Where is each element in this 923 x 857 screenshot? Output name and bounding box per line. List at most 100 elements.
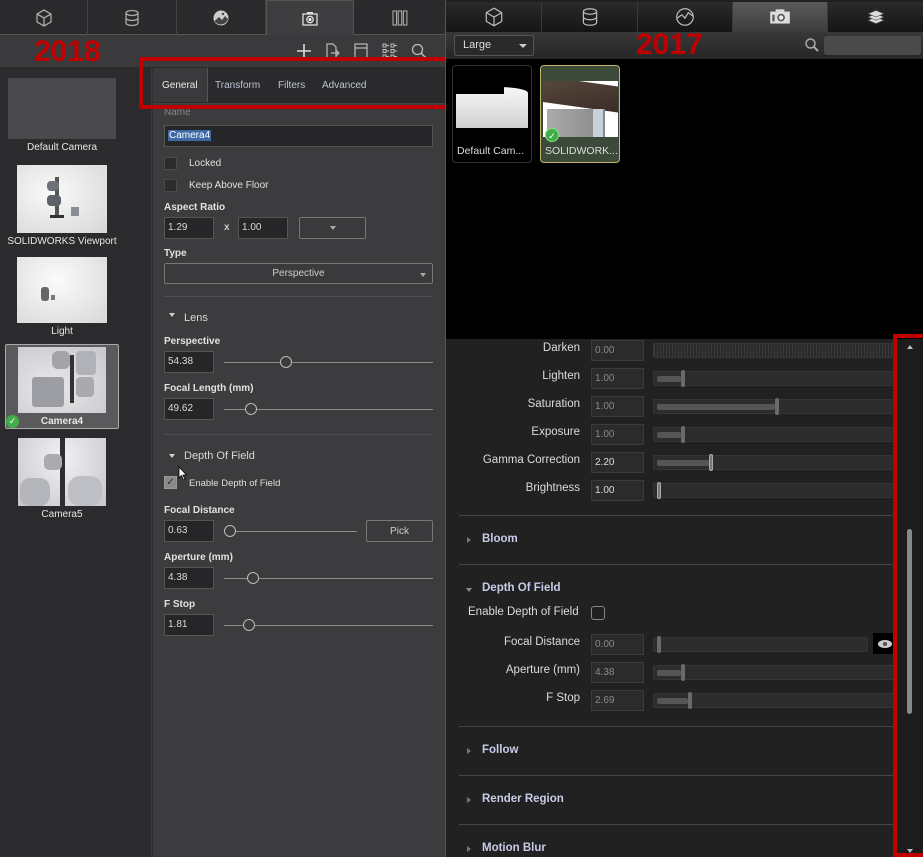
library-icon xyxy=(867,10,885,24)
lighten-input[interactable]: 1.00 xyxy=(591,368,644,389)
panel-2018: 2018 Default Camera SOLIDWORKS Viewport xyxy=(0,0,455,857)
active-camera-check-icon: ✓ xyxy=(6,415,19,428)
tab-scene[interactable] xyxy=(0,0,88,35)
search-icon xyxy=(805,38,819,52)
tab-scene[interactable] xyxy=(446,2,542,32)
aspect-preset-dropdown[interactable] xyxy=(299,217,366,239)
camera-icon xyxy=(302,11,318,26)
tab-camera[interactable] xyxy=(266,0,354,36)
darken-label: Darken xyxy=(542,342,580,354)
camera-item-light[interactable]: Light xyxy=(5,257,119,337)
thumbnail-size-dropdown[interactable]: Large xyxy=(454,35,534,56)
aperture-input[interactable]: 4.38 xyxy=(164,567,214,589)
saturation-input[interactable]: 1.00 xyxy=(591,396,644,417)
motion-blur-section[interactable]: Motion Blur xyxy=(482,842,546,854)
tab-environment[interactable] xyxy=(177,0,266,35)
brightness-slider[interactable] xyxy=(653,482,896,499)
database-icon xyxy=(582,8,597,26)
mouse-cursor-icon xyxy=(178,466,188,481)
slider-handle[interactable] xyxy=(680,370,685,387)
slider-handle[interactable] xyxy=(774,398,779,415)
aspect-width-input[interactable]: 1.29 xyxy=(164,217,214,239)
locked-label: Locked xyxy=(189,158,222,169)
type-select[interactable]: Perspective xyxy=(164,263,433,284)
fstop-slider[interactable] xyxy=(653,692,896,709)
caret-right-icon[interactable] xyxy=(467,846,471,852)
fstop-input[interactable]: 1.81 xyxy=(164,614,214,636)
bloom-section[interactable]: Bloom xyxy=(482,533,518,545)
focal-distance-slider[interactable] xyxy=(653,636,868,653)
follow-section[interactable]: Follow xyxy=(482,744,518,756)
lighten-slider[interactable] xyxy=(653,370,896,387)
slider-handle[interactable] xyxy=(657,482,661,499)
fstop-slider[interactable] xyxy=(224,625,433,626)
caret-down-icon[interactable] xyxy=(466,588,472,592)
slider-handle[interactable] xyxy=(657,636,661,653)
dof-section[interactable]: Depth Of Field xyxy=(482,582,561,594)
dof-collapse-toggle[interactable] xyxy=(169,454,175,458)
enable-dof-label: Enable Depth of Field xyxy=(468,606,579,618)
tab-libraries[interactable] xyxy=(354,0,445,35)
camera-item-solidworks[interactable]: ✓ SOLIDWORK... xyxy=(540,65,620,163)
aspect-height-input[interactable]: 1.00 xyxy=(238,217,288,239)
brightness-input[interactable]: 1.00 xyxy=(591,480,644,501)
perspective-slider-knob[interactable] xyxy=(280,356,293,368)
fstop-input[interactable]: 2.69 xyxy=(591,690,644,711)
name-value: Camera4 xyxy=(168,130,212,141)
aperture-input[interactable]: 4.38 xyxy=(591,662,644,683)
perspective-input[interactable]: 54.38 xyxy=(164,351,214,373)
focal-length-slider-knob[interactable] xyxy=(244,403,257,415)
camera-item-default[interactable]: Default Camera xyxy=(5,78,119,153)
aspect-x-label: x xyxy=(224,222,230,233)
caret-right-icon[interactable] xyxy=(467,748,471,754)
slider-handle[interactable] xyxy=(680,426,685,443)
render-region-section[interactable]: Render Region xyxy=(482,793,564,805)
camera-item-default[interactable]: Default Cam... xyxy=(452,65,532,163)
tab-camera[interactable] xyxy=(733,2,828,32)
pick-button[interactable]: Pick xyxy=(366,520,433,542)
camera-thumbnail xyxy=(8,78,116,139)
eye-icon xyxy=(877,639,892,648)
camera-item-camera5[interactable]: Camera5 xyxy=(5,438,119,520)
slider-handle[interactable] xyxy=(680,664,685,681)
name-input[interactable]: Camera4 xyxy=(164,125,433,147)
focal-length-input[interactable]: 49.62 xyxy=(164,398,214,420)
saturation-slider[interactable] xyxy=(653,398,896,415)
enable-dof-checkbox[interactable] xyxy=(591,606,605,620)
tab-materials[interactable] xyxy=(542,2,638,32)
aperture-slider-knob[interactable] xyxy=(246,572,259,584)
camera-item-camera4[interactable]: Camera4 ✓ xyxy=(5,344,119,429)
keep-above-floor-checkbox[interactable] xyxy=(164,179,177,192)
lens-collapse-toggle[interactable] xyxy=(169,313,175,317)
locked-checkbox[interactable] xyxy=(164,157,177,170)
camera-label: Default Cam... xyxy=(457,145,525,157)
darken-slider[interactable] xyxy=(653,343,896,358)
slider-handle[interactable] xyxy=(687,692,692,709)
darken-input[interactable]: 0.00 xyxy=(591,340,644,361)
camera-label: Light xyxy=(51,326,73,337)
focal-distance-slider-knob[interactable] xyxy=(224,525,236,537)
enable-dof-checkbox[interactable]: ✓ xyxy=(164,476,177,489)
slider-handle[interactable] xyxy=(708,454,713,471)
exposure-slider[interactable] xyxy=(653,426,896,443)
caret-right-icon[interactable] xyxy=(467,797,471,803)
tab-libraries[interactable] xyxy=(828,2,923,32)
tab-materials[interactable] xyxy=(88,0,177,35)
camera-toolbar: Large 2017 xyxy=(446,28,923,61)
type-value: Perspective xyxy=(272,268,325,279)
aperture-slider[interactable] xyxy=(653,664,896,681)
focal-distance-input[interactable]: 0.63 xyxy=(164,520,214,542)
gamma-correction-slider[interactable] xyxy=(653,454,896,471)
fstop-slider-knob[interactable] xyxy=(242,619,255,631)
caret-right-icon[interactable] xyxy=(467,537,471,543)
search-input[interactable] xyxy=(824,36,921,55)
aspect-ratio-label: Aspect Ratio xyxy=(164,202,226,213)
gamma-correction-input[interactable]: 2.20 xyxy=(591,452,644,473)
focal-distance-slider[interactable] xyxy=(224,531,357,532)
camera-thumbnail xyxy=(18,347,106,413)
camera-item-solidworks-viewport[interactable]: SOLIDWORKS Viewport xyxy=(5,165,119,247)
focal-distance-input[interactable]: 0.00 xyxy=(591,634,644,655)
exposure-input[interactable]: 1.00 xyxy=(591,424,644,445)
caret-down-icon xyxy=(169,313,175,317)
perspective-slider[interactable] xyxy=(224,362,433,363)
